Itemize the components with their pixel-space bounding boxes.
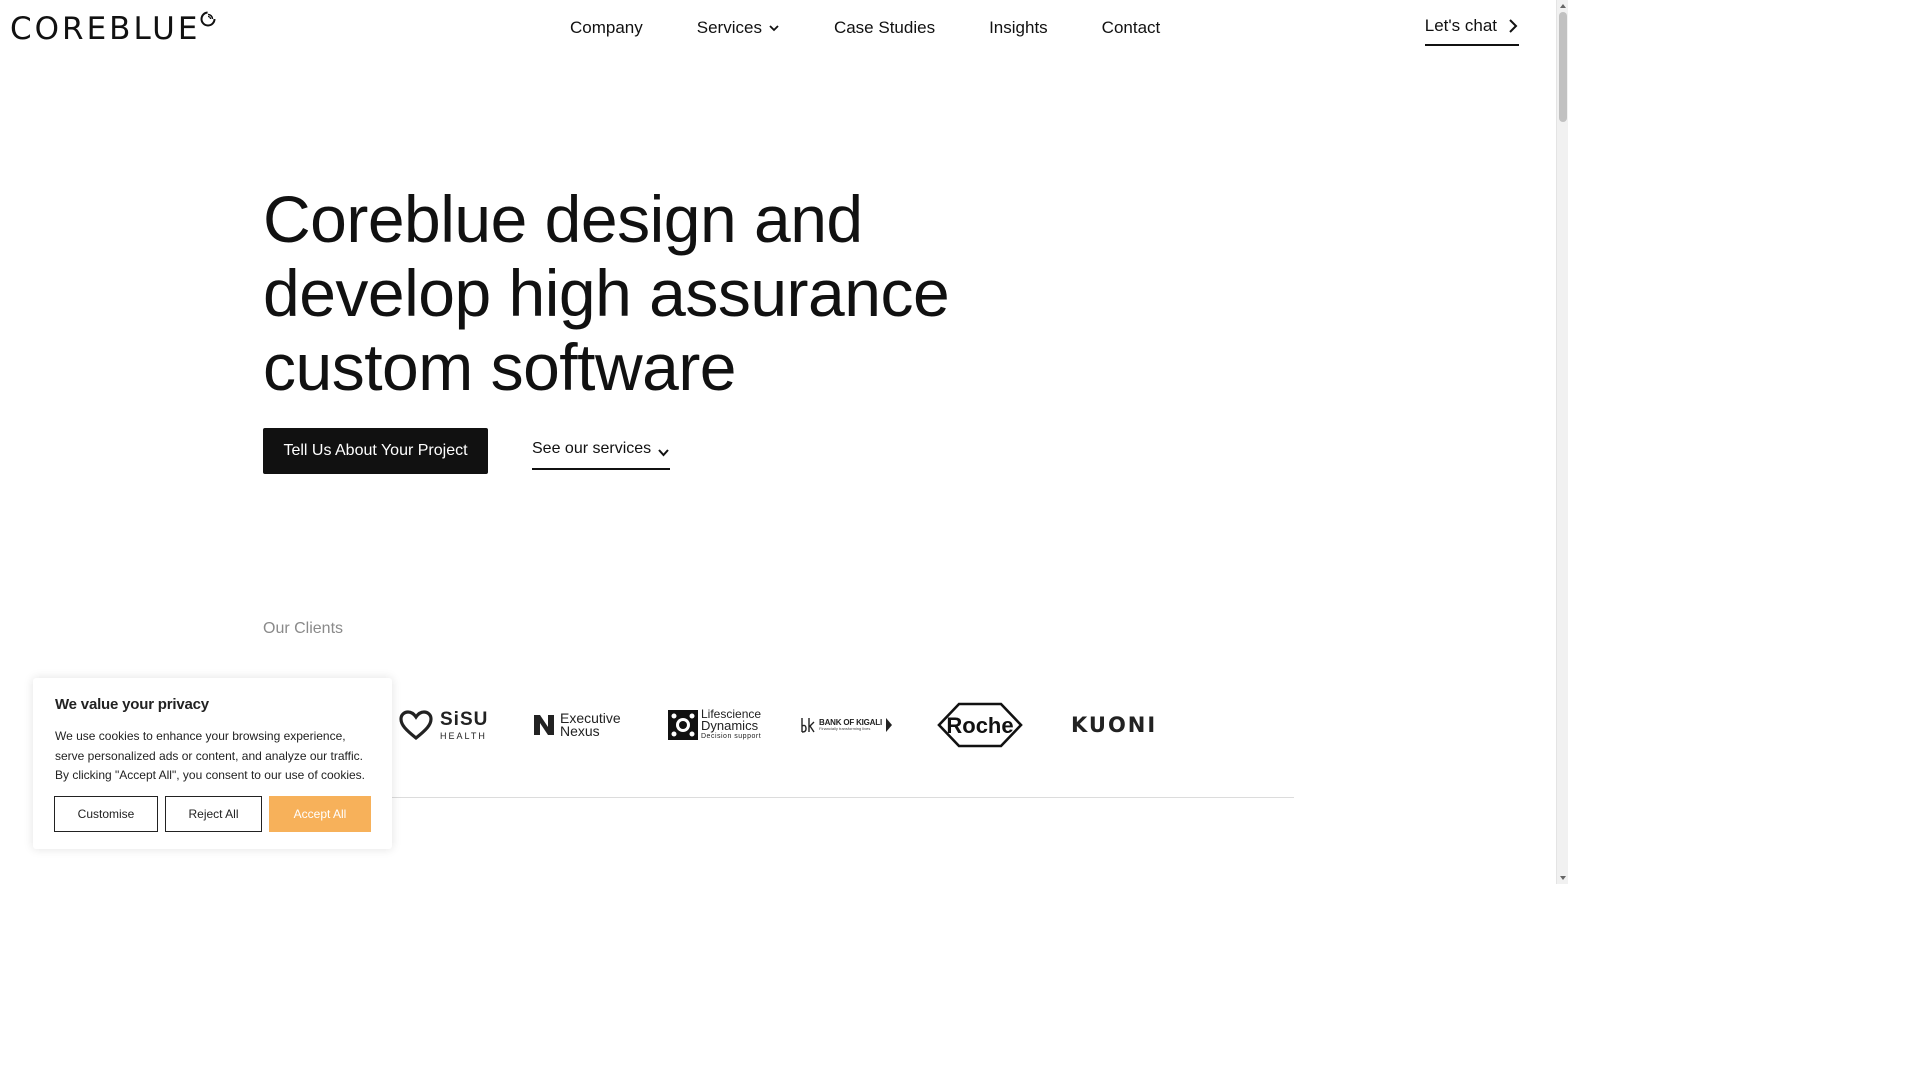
tell-us-about-project-button[interactable]: Tell Us About Your Project (263, 428, 488, 474)
cookie-body: We use cookies to enhance your browsing … (55, 729, 366, 782)
see-our-services-link[interactable]: See our services (532, 440, 671, 470)
roche-logo: Roche (937, 700, 1023, 750)
nav-contact[interactable]: Contact (1102, 16, 1161, 40)
see-our-services-label: See our services (532, 440, 652, 457)
main-nav: Company Services Case Studies Insights C… (570, 16, 1214, 40)
nav-case-studies-label: Case Studies (833, 18, 936, 37)
exec-line2: Nexus (560, 723, 600, 739)
scroll-down-arrow-icon[interactable] (1559, 874, 1567, 882)
page-scrollbar[interactable] (1556, 0, 1568, 884)
roche-hexagon-icon: Roche (937, 702, 1023, 748)
lets-chat-label: Let's chat (1424, 16, 1497, 35)
clients-label: Our Clients (263, 620, 344, 637)
nav-contact-label: Contact (1101, 18, 1161, 37)
nav-services[interactable]: Services (697, 16, 780, 40)
bk-arrow-icon (885, 718, 892, 732)
nav-case-studies[interactable]: Case Studies (834, 16, 935, 40)
sisu-main-text: SiSU (440, 708, 489, 730)
cookie-buttons: Customise Reject All Accept All (54, 796, 371, 832)
kuoni-text: KUONI (1071, 713, 1158, 737)
scrollbar-thumb[interactable] (1559, 12, 1567, 122)
lifescience-mark-icon (668, 710, 698, 740)
lets-chat-link[interactable]: Let's chat (1424, 16, 1519, 46)
customise-button[interactable]: Customise (54, 796, 158, 832)
bok-line2: Financially transforming lives (819, 726, 871, 731)
nav-insights[interactable]: Insights (989, 16, 1048, 40)
lifescience-dynamics-logo: Lifescience Dynamics Decision support (668, 700, 761, 750)
chevron-down-icon (658, 449, 669, 457)
life-line2: Dynamics (701, 717, 759, 733)
coreblue-swirl-icon (200, 11, 216, 27)
nav-insights-label: Insights (989, 18, 1048, 37)
n-mark-icon (534, 715, 554, 735)
reject-all-button[interactable]: Reject All (165, 796, 262, 832)
bank-of-kigali-logo: BANK OF KIGALI Financially transforming … (801, 700, 893, 750)
logo-text: COREBLUE (10, 11, 201, 47)
scroll-up-arrow-icon[interactable] (1559, 2, 1567, 10)
kuoni-logo: KUONI (1071, 700, 1157, 750)
nav-company[interactable]: Company (570, 16, 643, 40)
page: COREBLUE Company Services Case Studies I… (0, 0, 1556, 884)
hero-title: Coreblue design and develop high assuran… (263, 182, 950, 404)
nav-company-label: Company (570, 18, 643, 37)
bk-mark-icon (801, 718, 815, 733)
life-line3: Decision support (701, 732, 762, 740)
coreblue-logo[interactable]: COREBLUE (10, 10, 216, 47)
accept-all-button[interactable]: Accept All (269, 796, 371, 832)
chevron-down-icon (769, 25, 779, 32)
sisu-health-logo: SiSU HEALTH (398, 700, 488, 750)
roche-text: Roche (946, 713, 1013, 738)
chevron-right-icon (1509, 19, 1518, 33)
heart-icon (399, 710, 433, 741)
nav-services-label: Services (696, 18, 762, 37)
cookie-title: We value your privacy (55, 696, 209, 713)
clients-logos: SiSU HEALTH Executive Nexus Lifescience … (263, 700, 1293, 750)
section-divider (263, 797, 1294, 798)
cookie-consent-banner: We value your privacy We use cookies to … (33, 678, 392, 849)
sisu-sub-text: HEALTH (440, 730, 487, 741)
executive-nexus-logo: Executive Nexus (533, 700, 621, 750)
